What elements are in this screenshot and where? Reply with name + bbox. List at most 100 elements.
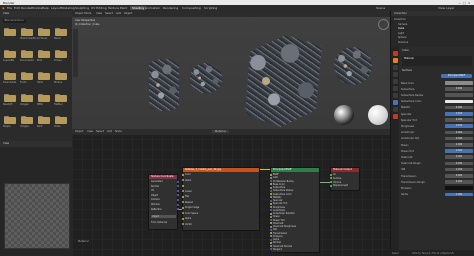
node-socket[interactable] [181,195,184,198]
shader-node-editor[interactable]: Object View Select Add Node Material Mat… [72,129,390,256]
properties-tab-icon[interactable] [392,72,398,77]
property-value[interactable]: 0.000 [445,87,473,91]
material-slot-list[interactable]: Material [402,56,472,66]
folder-icon[interactable] [38,71,50,80]
folder-icon[interactable] [21,93,33,102]
node-socket[interactable] [269,225,272,228]
property-value[interactable]: 0.500 [445,112,473,116]
material-selector[interactable]: Material [212,130,229,134]
tab-scripting[interactable]: Scripting [204,6,217,10]
mode-selector[interactable]: Object Mode [75,12,91,15]
menu-file[interactable]: File [7,6,12,10]
blender-logo-icon[interactable]: ◉ [2,6,5,10]
folder-icon[interactable] [4,27,16,36]
node-socket[interactable] [329,184,332,187]
node-editor-menu-view[interactable]: View [87,130,93,133]
node-socket[interactable] [269,176,272,179]
folder-icon[interactable] [21,27,33,36]
node-editor-menu-select[interactable]: Select [96,130,104,133]
node-socket[interactable] [181,212,184,214]
node-socket[interactable] [269,248,272,251]
tab-compositing[interactable]: Compositing [182,6,201,10]
object-field[interactable]: Object [151,215,176,218]
node-socket[interactable] [176,180,179,183]
tab-animation[interactable]: Animation [145,6,160,10]
folder-icon[interactable] [55,27,67,36]
node-editor-object-menu[interactable]: Object [75,130,83,133]
node-socket[interactable] [176,185,179,188]
outliner-item[interactable]: Sphere [398,36,406,39]
node-socket[interactable] [181,184,184,187]
folder-icon[interactable] [21,115,33,124]
node-socket[interactable] [176,198,179,201]
folder-icon[interactable] [4,71,16,80]
node-socket[interactable] [269,212,272,215]
node-socket[interactable] [269,209,272,212]
node-socket[interactable] [181,217,184,220]
image-texture-node[interactable]: Pebbles_4_Cobble_perl_4K.jpg Color Alpha L… [181,167,260,231]
node-socket[interactable] [269,241,272,244]
viewport-menu-add[interactable]: Add [116,12,121,15]
property-value[interactable]: 0.500 [445,149,473,153]
menu-help[interactable]: Help [42,6,49,10]
property-value[interactable]: 0.000 [445,143,473,147]
tab-layout[interactable]: Layout [51,6,61,10]
menu-edit[interactable]: Edit [14,6,20,10]
node-socket[interactable] [269,235,272,238]
outliner-item[interactable]: Suzanne [398,41,408,44]
folder-icon[interactable] [55,115,67,124]
node-socket[interactable] [269,183,272,186]
tab-sculpting[interactable]: Sculpting [75,6,89,10]
node-socket[interactable] [269,199,272,202]
node-socket[interactable] [181,179,184,181]
properties-tab-icon[interactable] [392,58,398,63]
tab-texture-paint[interactable]: Texture Paint [108,6,127,10]
folder-icon[interactable] [21,49,33,58]
viewport-menu-select[interactable]: Select [105,12,113,15]
node-socket[interactable] [329,173,332,176]
texture-coordinate-node[interactable]: Texture Coordinate Generated Normal UV Obje… [148,174,179,230]
navigation-gizmo[interactable] [378,19,389,30]
viewport-toolbar[interactable] [73,29,78,77]
tab-shading[interactable]: Shading [130,6,147,10]
property-value[interactable]: 0.000 [445,118,473,122]
image-editor-view-menu[interactable]: View [3,142,9,145]
properties-tab-icon[interactable] [392,114,398,119]
node-socket[interactable] [269,206,272,208]
node-socket[interactable] [329,177,332,180]
folder-icon[interactable] [55,93,67,102]
folder-icon[interactable] [38,93,50,102]
properties-tab-icon[interactable] [392,86,398,91]
property-value[interactable]: 0.000 [445,130,473,135]
outliner-item[interactable]: Camera [398,23,407,26]
sphere-object[interactable] [334,47,372,85]
node-socket[interactable] [269,193,272,195]
node-socket[interactable] [269,180,272,182]
folder-icon[interactable] [4,93,16,102]
node-editor-menu-node[interactable]: Node [115,130,122,133]
viewport-menu-object[interactable]: Object [124,12,132,15]
property-value[interactable]: 1.000 [445,192,473,197]
properties-tab-icon[interactable] [392,107,398,112]
property-value[interactable] [445,99,473,104]
node-socket[interactable] [269,189,272,192]
properties-tab-icon[interactable] [392,51,398,56]
node-socket[interactable] [269,232,272,234]
file-browser-view-menu[interactable]: View [3,12,9,15]
node-socket[interactable] [269,173,272,176]
properties-tab-icon[interactable] [392,100,398,105]
node-socket[interactable] [176,203,179,206]
view-layer-selector[interactable]: View Layer [438,6,454,10]
property-value[interactable]: 0.030 [445,161,473,166]
node-socket[interactable] [269,186,272,189]
outliner-item[interactable]: Cube [398,27,404,30]
folder-icon[interactable] [38,27,50,36]
folder-icon[interactable] [4,115,16,124]
properties-tab-icon[interactable] [392,65,398,70]
node-socket[interactable] [181,173,184,176]
folder-icon[interactable] [21,71,33,80]
property-value[interactable]: 0.000 [445,136,473,141]
folder-icon[interactable] [38,115,50,124]
principled-bsdf-node[interactable]: Principled BSDF BSDF GGX Christensen-Burle… [269,167,320,253]
folder-icon[interactable] [4,49,16,58]
